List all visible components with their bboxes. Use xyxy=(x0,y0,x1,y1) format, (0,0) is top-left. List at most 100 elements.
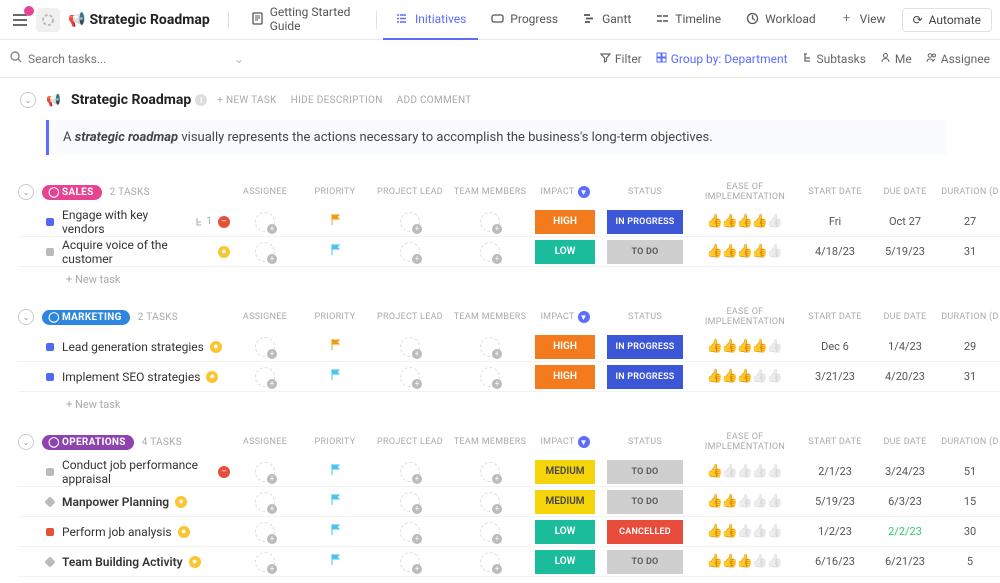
status-square-icon[interactable] xyxy=(46,528,54,536)
priority-cell[interactable] xyxy=(300,363,370,391)
col-due[interactable]: DUE DATE xyxy=(870,307,940,327)
add-assignee-icon[interactable] xyxy=(255,367,275,387)
impact-cell[interactable]: LOW xyxy=(530,550,600,574)
add-lead-icon[interactable] xyxy=(400,522,420,542)
lead-cell[interactable] xyxy=(370,518,450,546)
due-date-cell[interactable]: Oct 27 xyxy=(870,215,940,228)
ease-cell[interactable]: 👍👍👍👍👍 xyxy=(690,370,800,384)
col-dur[interactable]: DURATION (D xyxy=(940,182,1000,202)
members-cell[interactable] xyxy=(450,458,530,486)
members-cell[interactable] xyxy=(450,333,530,361)
col-dur[interactable]: DURATION (D xyxy=(940,307,1000,327)
task-row[interactable]: Conduct job performance appraisal – MEDI… xyxy=(18,457,1000,487)
lead-cell[interactable] xyxy=(370,363,450,391)
due-date-cell[interactable]: 1/4/23 xyxy=(870,340,940,353)
status-square-icon[interactable] xyxy=(44,496,55,507)
col-ease[interactable]: EASE OF IMPLEMENTATION xyxy=(690,432,800,452)
status-cell[interactable]: CANCELLED xyxy=(600,520,690,544)
impact-cell[interactable]: HIGH xyxy=(530,335,600,359)
members-cell[interactable] xyxy=(450,363,530,391)
add-lead-icon[interactable] xyxy=(400,212,420,232)
lead-cell[interactable] xyxy=(370,548,450,576)
add-lead-icon[interactable] xyxy=(400,367,420,387)
automate-button[interactable]: ⟳ Automate xyxy=(902,8,992,32)
group-pill[interactable]: ◯ OPERATIONS xyxy=(42,435,134,450)
search-box[interactable]: ⌄ xyxy=(10,51,590,66)
header-action--new-task[interactable]: + NEW TASK xyxy=(217,95,276,106)
add-assignee-icon[interactable] xyxy=(255,212,275,232)
group-collapse-icon[interactable]: ⌄ xyxy=(18,184,34,200)
due-date-cell[interactable]: 6/21/23 xyxy=(870,555,940,568)
add-assignee-icon[interactable] xyxy=(255,522,275,542)
start-date-cell[interactable]: 1/2/23 xyxy=(800,525,870,538)
due-date-cell[interactable]: 5/19/23 xyxy=(870,245,940,258)
lead-cell[interactable] xyxy=(370,238,450,266)
col-members[interactable]: TEAM MEMBERS xyxy=(450,182,530,202)
priority-cell[interactable] xyxy=(300,548,370,576)
ease-cell[interactable]: 👍👍👍👍👍 xyxy=(690,465,800,479)
ease-cell[interactable]: 👍👍👍👍👍 xyxy=(690,340,800,354)
list-description[interactable]: A strategic roadmap visually represents … xyxy=(46,120,946,155)
tab-timeline[interactable]: Timeline xyxy=(643,0,733,40)
task-name[interactable]: Team Building Activity ● xyxy=(62,555,201,569)
start-date-cell[interactable]: 5/19/23 xyxy=(800,495,870,508)
col-impact[interactable]: IMPACT▼ xyxy=(530,307,600,327)
assignee-cell[interactable] xyxy=(230,208,300,236)
col-assignee[interactable]: ASSIGNEE xyxy=(230,432,300,452)
col-dur[interactable]: DURATION (D xyxy=(940,432,1000,452)
due-date-cell[interactable]: 3/24/23 xyxy=(870,465,940,478)
header-action-hide-description[interactable]: HIDE DESCRIPTION xyxy=(291,95,383,106)
duration-cell[interactable]: 51 xyxy=(940,465,1000,478)
subtask-count[interactable]: 1 xyxy=(194,216,212,227)
add-member-icon[interactable] xyxy=(480,337,500,357)
task-row[interactable]: Implement SEO strategies ● HIGH IN PROGR… xyxy=(18,362,1000,392)
add-member-icon[interactable] xyxy=(480,367,500,387)
add-member-icon[interactable] xyxy=(480,522,500,542)
duration-cell[interactable]: 15 xyxy=(940,495,1000,508)
filter-assignee[interactable]: Assignee xyxy=(926,52,990,66)
col-lead[interactable]: PROJECT LEAD xyxy=(370,182,450,202)
priority-dot-icon[interactable]: ● xyxy=(206,371,218,383)
sort-indicator-icon[interactable]: ▼ xyxy=(578,311,590,323)
task-name[interactable]: Conduct job performance appraisal – xyxy=(62,458,230,486)
ease-cell[interactable]: 👍👍👍👍👍 xyxy=(690,525,800,539)
col-assignee[interactable]: ASSIGNEE xyxy=(230,307,300,327)
col-members[interactable]: TEAM MEMBERS xyxy=(450,432,530,452)
collapse-all-icon[interactable]: ⌄ xyxy=(20,92,36,108)
filter-groupby[interactable]: Group by: Department xyxy=(656,52,788,66)
priority-dot-icon[interactable]: – xyxy=(218,216,230,228)
priority-dot-icon[interactable]: ● xyxy=(178,526,190,538)
header-action-add-comment[interactable]: ADD COMMENT xyxy=(397,95,472,106)
new-task-button[interactable]: + New task xyxy=(18,392,1000,421)
group-pill[interactable]: ◯ MARKETING xyxy=(42,310,130,325)
col-lead[interactable]: PROJECT LEAD xyxy=(370,307,450,327)
start-date-cell[interactable]: Dec 6 xyxy=(800,340,870,353)
priority-dot-icon[interactable]: ● xyxy=(218,246,230,258)
status-square-icon[interactable] xyxy=(46,468,54,476)
assignee-cell[interactable] xyxy=(230,363,300,391)
add-lead-icon[interactable] xyxy=(400,337,420,357)
col-due[interactable]: DUE DATE xyxy=(870,432,940,452)
task-name[interactable]: Engage with key vendors 1 – xyxy=(62,208,230,236)
col-members[interactable]: TEAM MEMBERS xyxy=(450,307,530,327)
impact-cell[interactable]: LOW xyxy=(530,520,600,544)
status-square-icon[interactable] xyxy=(44,556,55,567)
col-ease[interactable]: EASE OF IMPLEMENTATION xyxy=(690,182,800,202)
task-row[interactable]: Perform job analysis ● LOW CANCELLED 👍👍👍… xyxy=(18,517,1000,547)
status-cell[interactable]: IN PROGRESS xyxy=(600,335,690,359)
status-square-icon[interactable] xyxy=(46,218,54,226)
lead-cell[interactable] xyxy=(370,208,450,236)
task-row[interactable]: Engage with key vendors 1 – HIGH IN PROG… xyxy=(18,207,1000,237)
add-member-icon[interactable] xyxy=(480,242,500,262)
assignee-cell[interactable] xyxy=(230,548,300,576)
due-date-cell[interactable]: 4/20/23 xyxy=(870,370,940,383)
assignee-cell[interactable] xyxy=(230,488,300,516)
add-assignee-icon[interactable] xyxy=(255,462,275,482)
lead-cell[interactable] xyxy=(370,488,450,516)
start-date-cell[interactable]: 2/1/23 xyxy=(800,465,870,478)
members-cell[interactable] xyxy=(450,208,530,236)
tab-progress[interactable]: Progress xyxy=(478,0,570,40)
sort-indicator-icon[interactable]: ▼ xyxy=(578,436,590,448)
col-date[interactable]: START DATE xyxy=(800,307,870,327)
status-square-icon[interactable] xyxy=(46,343,54,351)
